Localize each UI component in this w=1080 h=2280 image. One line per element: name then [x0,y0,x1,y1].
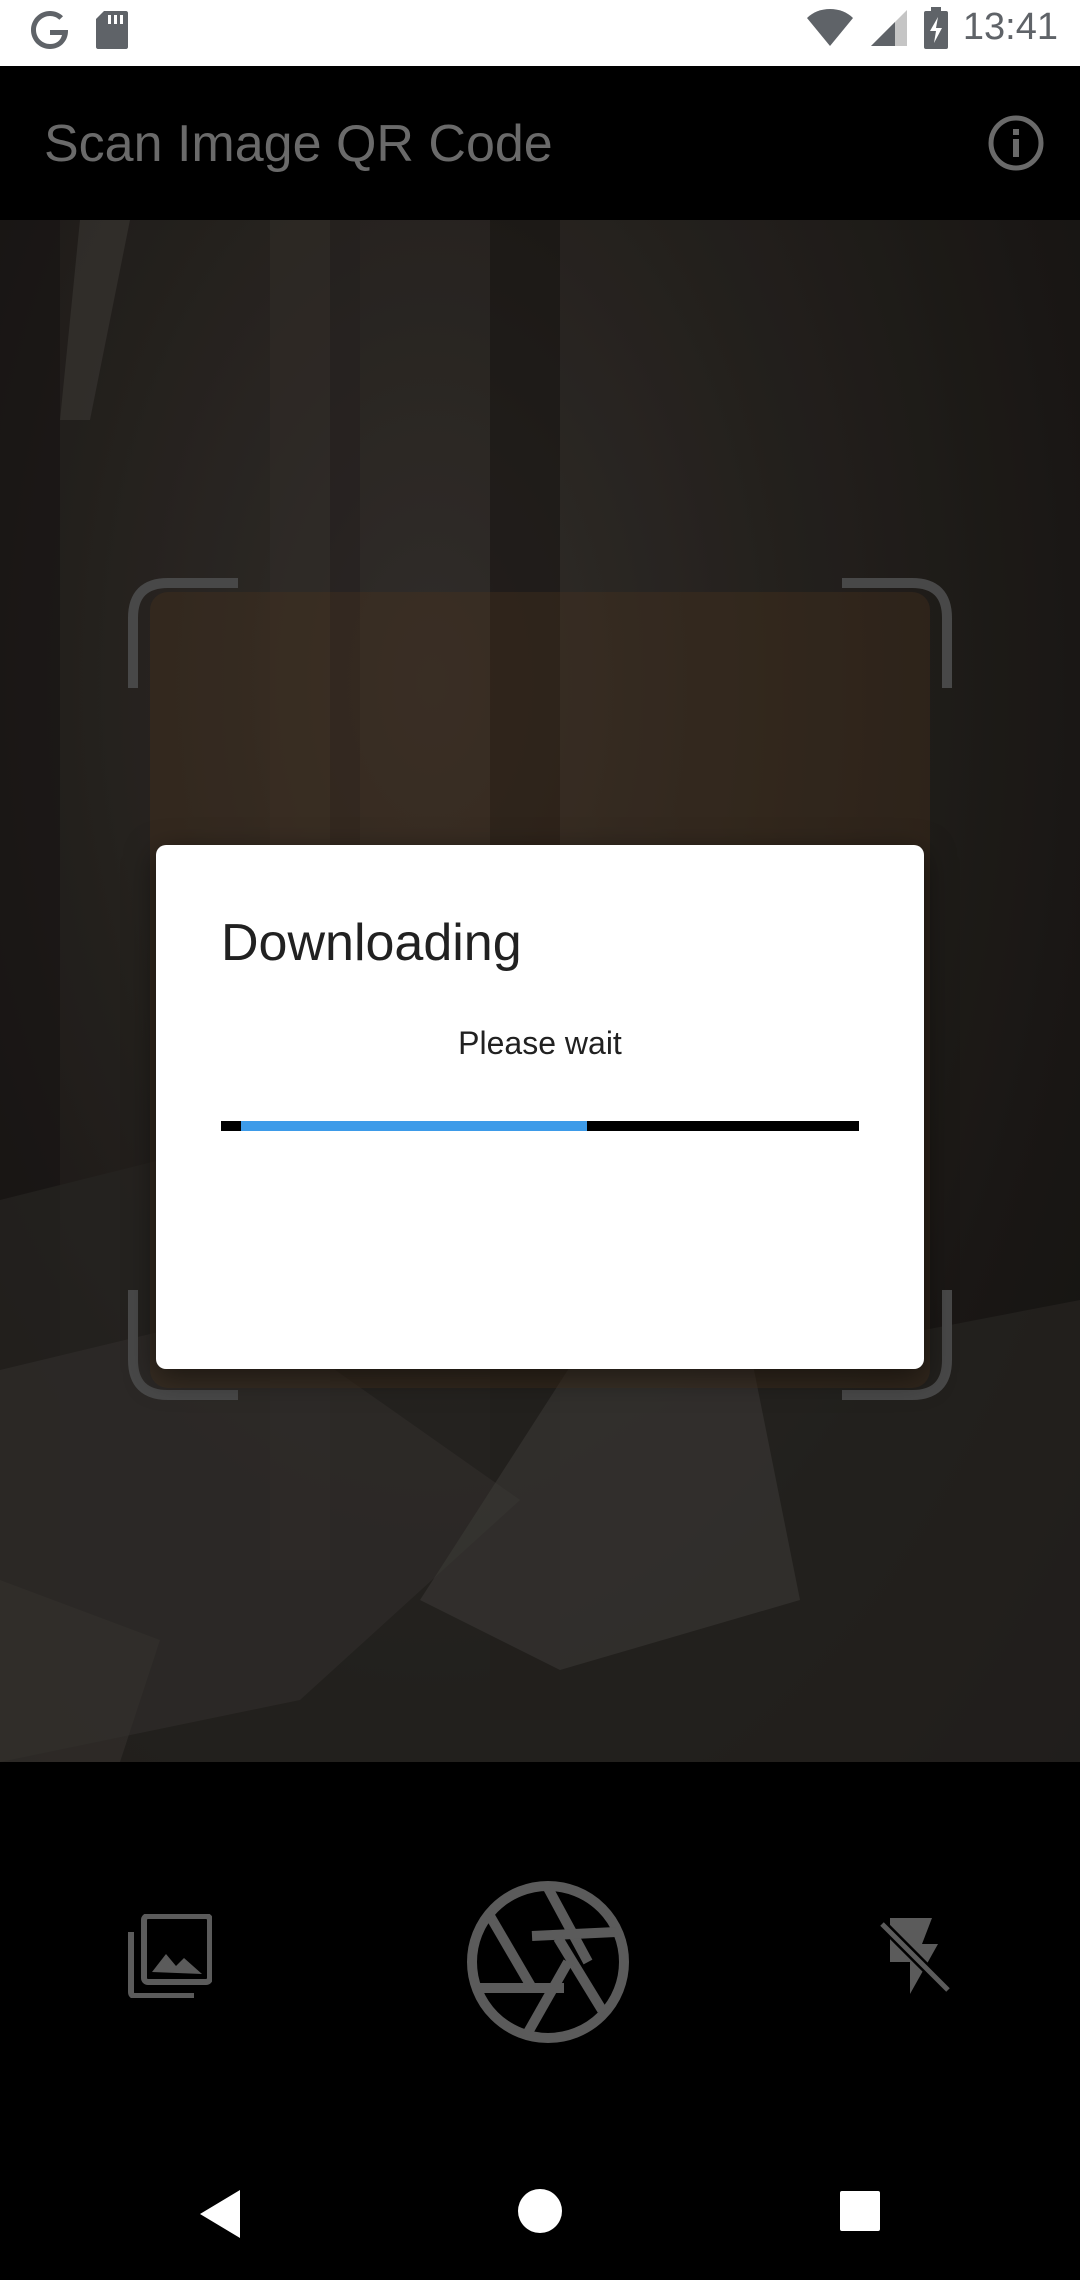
recents-icon[interactable] [838,2189,882,2233]
wifi-icon [806,8,853,46]
nav-bar [0,2096,1080,2280]
google-icon [31,11,68,49]
status-bar: 13:41 [0,0,1080,66]
clock: 13:41 [962,6,1058,48]
progress-fill [241,1121,587,1131]
download-dialog: Downloading Please wait [156,845,924,1369]
dialog-message: Please wait [458,1025,622,1061]
cell-signal-icon [870,9,907,46]
sd-card-icon [96,11,128,49]
progress-bar [221,1121,859,1131]
back-icon[interactable] [196,2188,244,2240]
dialog-title: Downloading [221,914,522,972]
battery-charging-icon [923,6,948,49]
home-icon[interactable] [517,2188,563,2234]
